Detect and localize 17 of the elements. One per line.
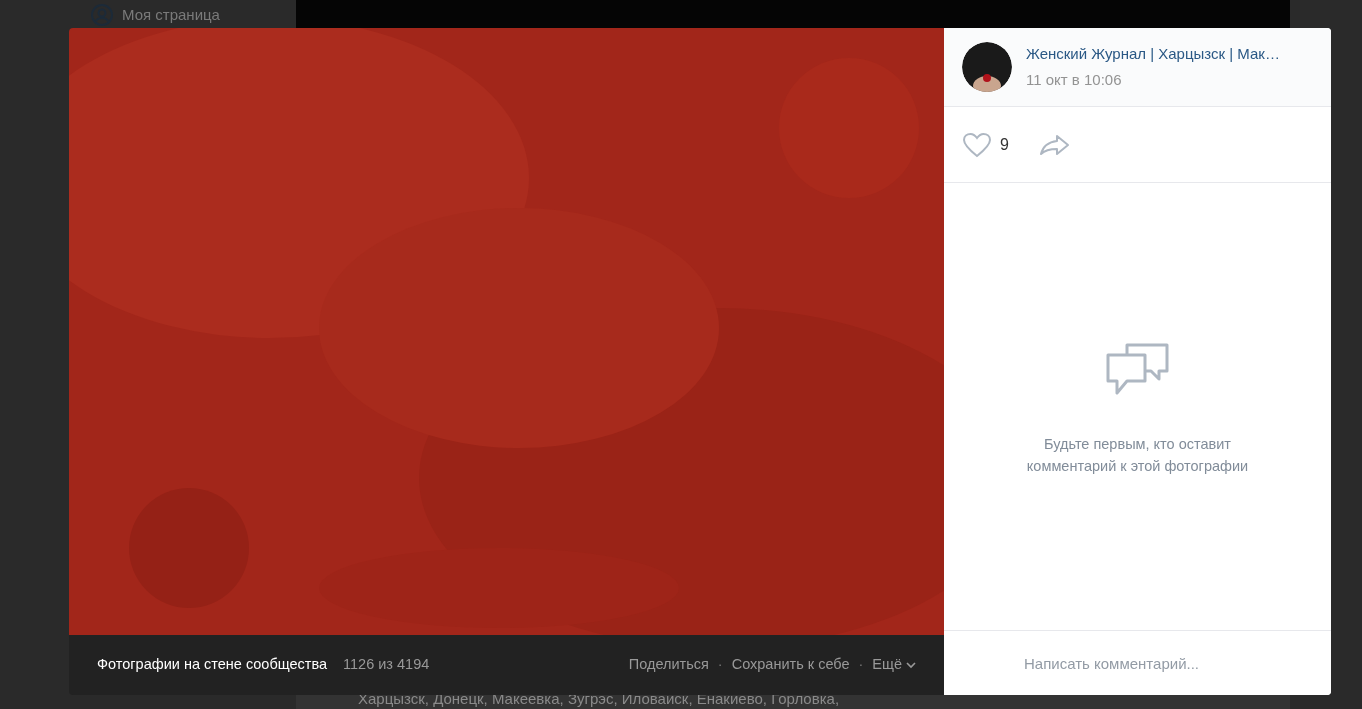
author-name[interactable]: Женский Журнал | Харцызск | Мак…: [1026, 42, 1280, 65]
heart-icon: [962, 131, 992, 158]
album-title: Фотографии на стене сообщества: [97, 655, 328, 675]
photo-counter: 1126 из 4194: [343, 655, 430, 675]
photo-action-link[interactable]: Поделиться: [628, 654, 709, 676]
post-date: 11 окт в 10:06: [1026, 70, 1123, 90]
separator-dot: ·: [717, 655, 723, 675]
profile-icon: [90, 3, 114, 27]
avatar[interactable]: [962, 42, 1012, 92]
empty-comments-text: Будьте первым, кто оставит комментарий к этой фотографии: [1025, 434, 1250, 476]
separator-dot: ·: [858, 655, 864, 675]
menu-item[interactable]: Моя страница: [122, 3, 220, 27]
photo-action-link[interactable]: Ещё: [872, 654, 916, 676]
photo-action-link[interactable]: Сохранить к себе: [731, 654, 850, 676]
post-text: Харцызск, Донецк, Макеевка, Зугрэс, Иловайск, Енакиево, Горловка,: [358, 689, 840, 709]
like-button[interactable]: 9: [962, 131, 1009, 158]
caret-icon: [906, 661, 916, 669]
